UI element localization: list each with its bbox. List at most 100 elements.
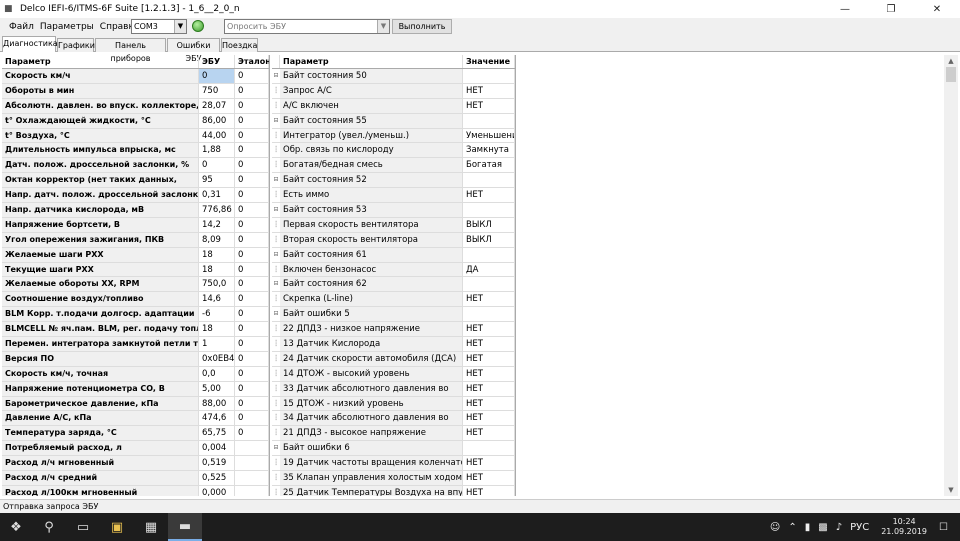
table-row[interactable]: BLM Корр. т.подачи долгоср. адаптации -6 0 <box>2 307 269 323</box>
table-row[interactable]: Датч. полож. дроссельной заслонки, % 0 0 <box>2 158 269 174</box>
port-select[interactable]: COM3 ▼ <box>131 19 187 34</box>
status-value[interactable]: НЕТ <box>463 292 515 307</box>
tab-dashboard[interactable]: Панель приборов <box>95 38 166 63</box>
ecu-value[interactable]: 95 <box>199 173 235 188</box>
ecu-value[interactable]: 65,75 <box>199 426 235 441</box>
table-row[interactable]: Длительность импульса впрыска, мс 1,88 0 <box>2 143 269 159</box>
reference-value[interactable]: 0 <box>235 351 269 366</box>
table-row[interactable]: ┊ Включен бензонасос ДА <box>272 262 515 278</box>
reference-value[interactable]: 0 <box>235 322 269 337</box>
calculator-icon[interactable]: ▦ <box>134 513 168 541</box>
table-row[interactable]: ┊ Богатая/бедная смесь Богатая <box>272 158 515 174</box>
ecu-value[interactable]: 0 <box>199 69 235 83</box>
reference-value[interactable] <box>235 441 269 456</box>
table-row[interactable]: Текущие шаги РХХ 18 0 <box>2 262 269 278</box>
ecu-value[interactable]: 14,6 <box>199 292 235 307</box>
table-row[interactable]: ┊ 14 ДТОЖ - высокий уровень НЕТ <box>272 366 515 382</box>
table-row[interactable]: ⊟ Байт состояния 61 <box>272 247 515 263</box>
ecu-value[interactable]: 28,07 <box>199 98 235 113</box>
ecu-value[interactable]: 88,00 <box>199 396 235 411</box>
search-icon[interactable]: ⚲ <box>32 513 66 541</box>
reference-value[interactable]: 0 <box>235 366 269 381</box>
battery-icon[interactable]: ▮ <box>805 522 811 533</box>
language-indicator[interactable]: РУС <box>850 522 869 533</box>
table-row[interactable]: Напр. датч. полож. дроссельной заслонки,… <box>2 188 269 204</box>
ecu-value[interactable]: 0,31 <box>199 188 235 203</box>
folder-icon[interactable]: ▣ <box>100 513 134 541</box>
column-header[interactable]: Параметр <box>2 55 199 68</box>
status-value[interactable]: ВЫКЛ <box>463 217 515 232</box>
ecu-value[interactable]: 750 <box>199 83 235 98</box>
menu-params[interactable]: Параметры <box>37 22 97 32</box>
status-value[interactable]: НЕТ <box>463 396 515 411</box>
notifications-icon[interactable]: ☐ <box>939 522 948 533</box>
status-value[interactable]: НЕТ <box>463 98 515 113</box>
chevron-down-icon[interactable]: ▼ <box>377 20 389 33</box>
collapse-icon[interactable]: ⊟ <box>272 203 280 217</box>
status-value[interactable]: НЕТ <box>463 188 515 203</box>
table-row[interactable]: ┊ Обр. связь по кислороду Замкнута <box>272 143 515 159</box>
reference-value[interactable]: 0 <box>235 83 269 98</box>
status-value[interactable] <box>463 113 515 128</box>
reference-value[interactable] <box>235 485 269 496</box>
table-row[interactable]: ⊟ Байт состояния 55 <box>272 113 515 129</box>
reference-value[interactable]: 0 <box>235 203 269 217</box>
ecu-value[interactable]: 1,88 <box>199 143 235 158</box>
table-row[interactable]: ┊ Интегратор (увел./уменьш.) Уменьшени <box>272 128 515 144</box>
volume-icon[interactable]: ♪ <box>836 522 842 533</box>
table-row[interactable]: Напряжение потенциометра CO, В 5,00 0 <box>2 381 269 397</box>
windows-start-icon[interactable]: ❖ <box>0 513 32 541</box>
reference-value[interactable] <box>235 471 269 485</box>
table-row[interactable]: Потребляемый расход, л 0,004 <box>2 441 269 457</box>
clock[interactable]: 10:24 21.09.2019 <box>881 517 927 537</box>
ecu-value[interactable]: 0,000 <box>199 485 235 496</box>
ecu-value[interactable]: 0,004 <box>199 441 235 456</box>
status-value[interactable]: НЕТ <box>463 471 515 485</box>
table-row[interactable]: ⊟ Байт ошибки 5 <box>272 307 515 323</box>
table-row[interactable]: Желаемые шаги РХХ 18 0 <box>2 247 269 263</box>
minimize-button[interactable]: — <box>822 0 868 18</box>
table-row[interactable]: ┊ 34 Датчик абсолютного давления во НЕТ <box>272 411 515 427</box>
status-value[interactable]: НЕТ <box>463 83 515 98</box>
table-row[interactable]: Скорость км/ч 0 0 <box>2 69 269 84</box>
status-value[interactable] <box>463 69 515 83</box>
table-row[interactable]: ┊ 21 ДПДЗ - высокое напряжение НЕТ <box>272 426 515 442</box>
ecu-value[interactable]: 0 <box>199 158 235 173</box>
table-row[interactable]: ┊ Первая скорость вентилятора ВЫКЛ <box>272 217 515 233</box>
collapse-icon[interactable]: ⊟ <box>272 277 280 292</box>
reference-value[interactable]: 0 <box>235 113 269 128</box>
column-header[interactable]: ЭБУ <box>199 55 235 68</box>
table-row[interactable]: ┊ 25 Датчик Температуры Воздуха на впуске… <box>272 485 515 496</box>
status-value[interactable]: НЕТ <box>463 322 515 337</box>
reference-value[interactable]: 0 <box>235 307 269 322</box>
task-view-icon[interactable]: ▭ <box>66 513 100 541</box>
table-row[interactable]: Обороты в мин 750 0 <box>2 83 269 99</box>
table-row[interactable]: Октан корректор (нет таких данных, 95 0 <box>2 173 269 189</box>
reference-value[interactable]: 0 <box>235 188 269 203</box>
table-row[interactable]: Желаемые обороты ХХ, RPM 750,0 0 <box>2 277 269 293</box>
people-icon[interactable]: ☺ <box>770 522 780 533</box>
table-row[interactable]: Напр. датчика кислорода, мВ 776,86 0 <box>2 203 269 218</box>
table-row[interactable]: Угол опережения зажигания, ПКВ 8,09 0 <box>2 232 269 248</box>
table-row[interactable]: Расход л/ч средний 0,525 <box>2 471 269 486</box>
query-select[interactable]: Опросить ЭБУ ▼ <box>224 19 390 34</box>
table-row[interactable]: Перемен. интегратора замкнутой петли топ… <box>2 337 269 352</box>
status-value[interactable]: Богатая <box>463 158 515 173</box>
vertical-scrollbar[interactable]: ▲ ▼ <box>944 55 958 496</box>
reference-value[interactable]: 0 <box>235 292 269 307</box>
reference-value[interactable]: 0 <box>235 247 269 262</box>
reference-value[interactable]: 0 <box>235 411 269 426</box>
table-row[interactable]: ┊ 22 ДПДЗ - низкое напряжение НЕТ <box>272 322 515 338</box>
reference-value[interactable]: 0 <box>235 128 269 143</box>
tab-errors[interactable]: Ошибки ЭБУ <box>167 38 220 63</box>
status-value[interactable] <box>463 307 515 322</box>
collapse-icon[interactable]: ⊟ <box>272 247 280 262</box>
scroll-thumb[interactable] <box>946 67 956 82</box>
ecu-value[interactable]: 0,525 <box>199 471 235 485</box>
chevron-down-icon[interactable]: ▼ <box>174 20 186 33</box>
connect-icon[interactable] <box>192 20 204 32</box>
ecu-value[interactable]: 750,0 <box>199 277 235 292</box>
table-row[interactable]: ⊟ Байт состояния 53 <box>272 203 515 218</box>
table-row[interactable]: t° Воздуха, °C 44,00 0 <box>2 128 269 144</box>
table-row[interactable]: Абсолютн. давлен. во впуск. коллекторе, … <box>2 98 269 114</box>
